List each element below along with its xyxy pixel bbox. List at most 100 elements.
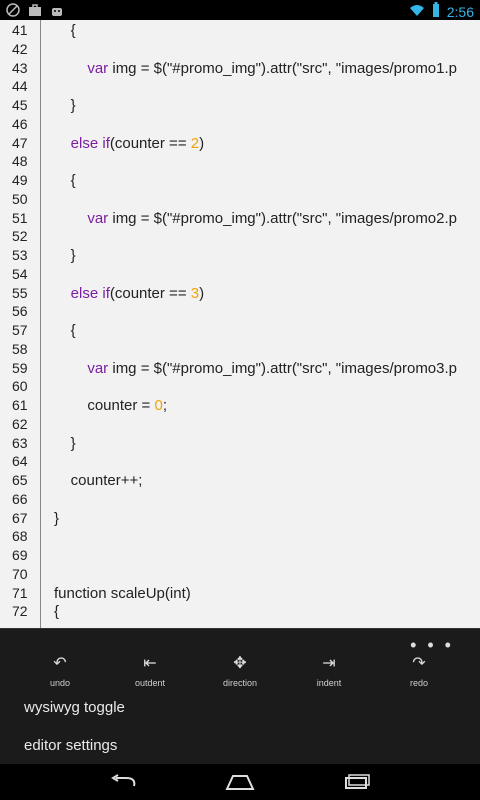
line-code[interactable]: var img = $("#promo_img").attr("src", "i… (54, 60, 457, 77)
code-line[interactable]: 56 (0, 303, 480, 321)
line-number: 59 (12, 359, 28, 376)
line-code[interactable]: } (54, 510, 59, 527)
wifi-icon (409, 3, 425, 20)
line-number: 54 (12, 265, 28, 282)
direction-icon: ✥ (233, 655, 247, 672)
line-number: 72 (12, 603, 28, 620)
line-number: 43 (12, 59, 28, 76)
battery-icon (431, 2, 441, 21)
code-line[interactable]: 67} (0, 510, 480, 528)
line-number: 55 (12, 284, 28, 301)
line-number: 42 (12, 40, 28, 57)
line-number: 52 (12, 228, 28, 245)
code-line[interactable]: 62 (0, 416, 480, 434)
code-editor[interactable]: 41 {42 43 var img = $("#promo_img").attr(… (0, 20, 480, 628)
editor-settings-item[interactable]: editor settings (24, 737, 117, 754)
line-code[interactable]: { (54, 603, 59, 620)
wysiwyg-toggle-item[interactable]: wysiwyg toggle (24, 699, 125, 716)
line-number: 56 (12, 303, 28, 320)
line-number: 69 (12, 547, 28, 563)
line-number: 53 (12, 247, 28, 263)
line-number: 50 (12, 190, 28, 207)
line-number: 44 (12, 78, 28, 95)
code-line[interactable]: 55 else if(counter == 3) (0, 285, 480, 303)
line-code[interactable]: } (54, 247, 76, 264)
editor-actions: ↶ undo ⇤ outdent ✥ direction ⇥ indent ↷ … (0, 653, 480, 695)
undo-icon: ↶ (53, 655, 67, 672)
recents-icon[interactable] (341, 772, 371, 792)
line-number: 66 (12, 490, 28, 507)
code-line[interactable]: 59 var img = $("#promo_img").attr("src",… (0, 360, 480, 378)
indent-icon: ⇥ (322, 655, 336, 672)
code-line[interactable]: 51 var img = $("#promo_img").attr("src",… (0, 210, 480, 228)
line-code[interactable]: } (54, 97, 76, 114)
line-code[interactable]: counter++; (54, 472, 143, 489)
status-left-icons (6, 3, 64, 17)
indent-button[interactable]: ⇥ indent (294, 653, 364, 688)
code-line[interactable]: 49 { (0, 172, 480, 190)
line-number: 58 (12, 340, 28, 357)
code-line[interactable]: 61 counter = 0; (0, 397, 480, 415)
code-line[interactable]: 44 (0, 78, 480, 96)
line-number: 45 (12, 97, 28, 113)
code-line[interactable]: 66 (0, 491, 480, 509)
code-line[interactable]: 60 (0, 378, 480, 396)
code-line[interactable]: 64 (0, 453, 480, 471)
code-line[interactable]: 58 (0, 341, 480, 359)
line-number: 65 (12, 472, 28, 488)
circle-slash-icon (6, 3, 20, 17)
code-line[interactable]: 57 { (0, 322, 480, 340)
line-code[interactable]: { (54, 22, 76, 39)
line-code[interactable]: else if(counter == 3) (54, 285, 204, 302)
line-number: 67 (12, 509, 28, 526)
back-icon[interactable] (109, 772, 139, 792)
code-line[interactable]: 52 (0, 228, 480, 246)
line-number: 61 (12, 397, 28, 413)
code-line[interactable]: 47 else if(counter == 2) (0, 135, 480, 153)
undo-button[interactable]: ↶ undo (25, 653, 95, 688)
code-line[interactable]: 63 } (0, 435, 480, 453)
editor-menu: • • • ↶ undo ⇤ outdent ✥ direction ⇥ ind… (0, 628, 480, 765)
code-line[interactable]: 45 } (0, 97, 480, 115)
code-line[interactable]: 65 counter++; (0, 472, 480, 490)
line-code[interactable]: var img = $("#promo_img").attr("src", "i… (54, 210, 457, 227)
status-right: 2:56 (409, 2, 474, 21)
line-code[interactable]: { (54, 172, 76, 189)
line-number: 62 (12, 415, 28, 432)
line-code[interactable]: function scaleUp(int) (54, 585, 191, 602)
line-number: 60 (12, 378, 28, 395)
line-code[interactable]: counter = 0; (54, 397, 167, 414)
code-line[interactable]: 71 function scaleUp(int) (0, 585, 480, 603)
line-code[interactable]: var img = $("#promo_img").attr("src", "i… (54, 360, 457, 377)
code-line[interactable]: 54 (0, 266, 480, 284)
code-line[interactable]: 46 (0, 116, 480, 134)
outdent-button[interactable]: ⇤ outdent (115, 653, 185, 688)
home-icon[interactable] (225, 772, 255, 792)
line-number: 48 (12, 153, 28, 170)
status-bar: 2:56 (0, 0, 480, 20)
android-icon (50, 3, 64, 17)
code-line[interactable]: 41 { (0, 22, 480, 40)
line-code[interactable]: { (54, 322, 76, 339)
code-line[interactable]: 69 (0, 547, 480, 565)
code-line[interactable]: 72 { (0, 603, 480, 621)
status-time: 2:56 (446, 3, 474, 20)
line-number: 51 (12, 209, 28, 226)
code-line[interactable]: 43 var img = $("#promo_img").attr("src",… (0, 60, 480, 78)
line-number: 46 (12, 115, 28, 132)
direction-button[interactable]: ✥ direction (205, 653, 275, 688)
line-code[interactable]: } (54, 435, 76, 452)
outdent-icon: ⇤ (143, 655, 157, 672)
code-line[interactable]: 48 (0, 153, 480, 171)
line-number: 63 (12, 434, 28, 451)
code-line[interactable]: 70 (0, 566, 480, 584)
line-number: 57 (12, 322, 28, 338)
line-code[interactable]: else if(counter == 2) (54, 135, 204, 152)
line-number: 49 (12, 172, 28, 188)
code-line[interactable]: 53 } (0, 247, 480, 265)
code-line[interactable]: 68 (0, 528, 480, 546)
redo-button[interactable]: ↷ redo (384, 653, 454, 688)
code-line[interactable]: 42 (0, 41, 480, 59)
code-line[interactable]: 50 (0, 191, 480, 209)
redo-icon: ↷ (412, 655, 426, 672)
